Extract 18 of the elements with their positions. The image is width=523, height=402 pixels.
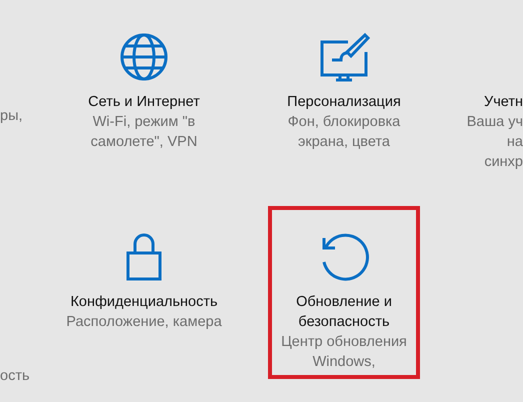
tile-title: Сеть и Интернет: [88, 93, 200, 112]
highlighted-settings-tile[interactable]: Обновление и безопасность Центр обновления Windows,: [268, 206, 420, 379]
tile-title: Обновление и безопасность: [296, 293, 392, 332]
tile-description: Ваша уч на синхр: [466, 113, 523, 172]
tile-title: Конфиденциальность: [70, 293, 218, 312]
tile-description: Расположение, камера: [66, 313, 222, 332]
settings-tile[interactable]: Персонализация Фон, блокировка экрана, цвета: [268, 6, 420, 179]
tile-title: Учетн: [484, 93, 523, 112]
tile-description: Фон, блокировка экрана, цвета: [288, 113, 400, 152]
tile-description: Центр обновления Windows,: [281, 333, 407, 372]
tile-description: ость: [0, 367, 30, 386]
monitor-brush-icon: [318, 32, 370, 82]
settings-tile[interactable]: Конфиденциальность Расположение, камера: [68, 206, 220, 379]
settings-tile[interactable]: Сеть и Интернет Wi-Fi, режим "в самолете", VPN: [68, 6, 220, 179]
globe-icon: [118, 32, 170, 82]
tile-description: ры,: [0, 107, 23, 126]
tile-description: Wi-Fi, режим "в самолете", VPN: [90, 113, 198, 152]
tile-title: Персонализация: [287, 93, 401, 112]
